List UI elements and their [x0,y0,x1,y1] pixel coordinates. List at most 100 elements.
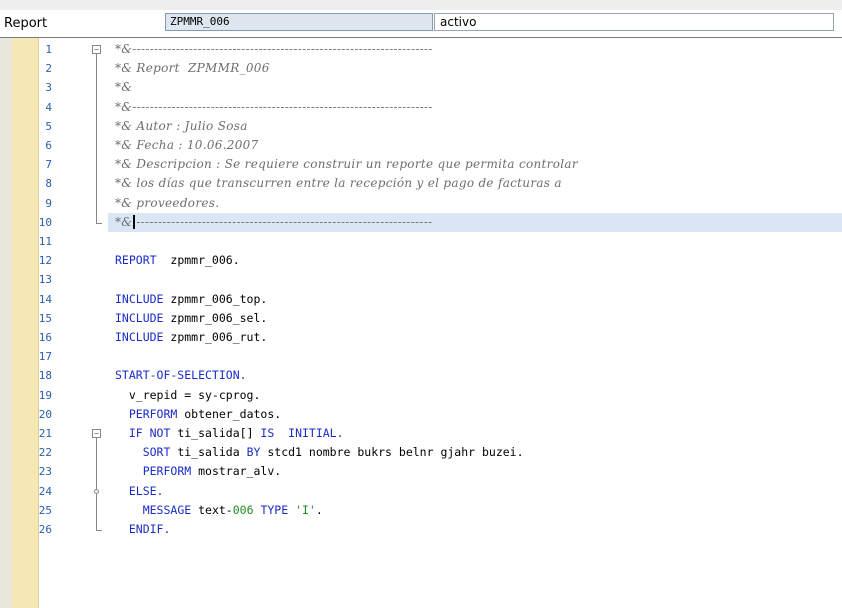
code-line[interactable]: *& proveedores. [115,194,842,213]
fold-guide-header [96,54,97,223]
code-line[interactable]: *& Fecha : 10.06.2007 [115,136,842,155]
line-number: 2 [45,62,52,76]
comment-text: *& proveedores. [115,195,220,210]
program-name-field[interactable]: ZPMMR_006 [165,13,433,31]
line-number: 7 [45,158,52,172]
program-header: Report ZPMMR_006 activo [0,10,842,36]
line-number: 11 [38,235,52,248]
code-line[interactable]: v_repid = sy-cprog. [115,386,842,405]
code-line[interactable] [115,347,842,366]
code-line[interactable]: *& Descripcion : Se requiere construir u… [115,155,842,174]
line-number: 25 [38,503,52,517]
line-number: 5 [45,119,52,133]
line-number: 17 [38,350,52,364]
code-line[interactable]: *& [115,78,842,97]
code-token: v_repid = sy-cprog. [115,387,261,402]
code-line[interactable]: INCLUDE zpmmr_006_top. [115,290,842,309]
literal-text: 006 [232,502,254,517]
line-number: 26 [38,523,52,536]
line-number: 10 [38,215,52,229]
comment-text: *& Fecha : 10.06.2007 [115,138,259,152]
abap-keyword: IS [260,426,275,440]
window-top-strip [0,0,842,10]
fold-end-marker [96,222,102,224]
code-line[interactable]: ENDIF. [115,520,842,539]
code-line[interactable]: PERFORM obtener_datos. [115,405,842,424]
code-token: obtener_datos. [177,406,282,421]
line-number: 20 [38,407,52,421]
code-line[interactable]: SORT ti_salida BY stcd1 nombre bukrs bel… [115,443,842,462]
abap-keyword: INITIAL. [288,426,344,440]
code-line[interactable] [115,270,842,289]
code-line[interactable]: INCLUDE zpmmr_006_sel. [115,309,842,328]
code-token: zpmmr_006_sel. [163,310,268,325]
line-number: 9 [45,196,52,210]
abap-keyword: MESSAGE [142,502,192,517]
code-token: ti_salida[] [170,426,261,440]
code-line[interactable]: ELSE. [115,482,842,501]
comment-text: *& [115,80,133,95]
code-line[interactable]: REPORT zpmmr_006. [115,251,842,270]
line-number: 23 [38,465,52,479]
abap-keyword: PERFORM [142,464,192,479]
report-label: Report [4,16,48,31]
code-line[interactable]: *& Report ZPMMR_006 [115,59,842,78]
line-number: 12 [38,254,52,268]
code-line[interactable]: *& Autor : Julio Sosa [115,117,842,136]
abap-keyword: IF NOT [128,426,171,440]
line-number: 21 [38,427,52,440]
abap-keyword: BY [246,445,261,460]
line-number: 4 [45,100,52,114]
fold-toggle-header-comment[interactable]: − [92,45,101,54]
abap-keyword: INCLUDE [115,330,164,344]
comment-text: *& los días que transcurren entre la rec… [115,176,562,191]
abap-keyword: TYPE [260,502,289,517]
line-number: 24 [38,484,52,498]
fold-toggle-if-block[interactable]: − [92,429,101,438]
comment-text: *&--------------------------------------… [115,42,433,56]
comment-text: *& Report ZPMMR_006 [115,61,270,76]
comment-text: *& Descripcion : Se requiere construir u… [115,157,578,172]
code-line[interactable]: START-OF-SELECTION. [115,366,842,385]
abap-keyword: ENDIF. [128,522,171,536]
fold-guide-if [96,438,97,530]
code-line[interactable]: *&--------------------------------------… [115,40,842,59]
abap-keyword: START-OF-SELECTION. [115,368,247,383]
line-number: 22 [38,446,52,460]
line-number: 16 [38,331,52,344]
code-token: zpmmr_006_rut. [163,330,268,344]
abap-keyword: ELSE. [128,483,164,498]
fold-end-marker [96,530,102,531]
program-status-field: activo [434,13,834,31]
code-line[interactable] [115,232,842,251]
abap-code-editor[interactable]: − −1 *&-----------------------------------… [0,37,842,608]
code-line[interactable]: *& los días que transcurren entre la rec… [115,174,842,193]
code-token: ti_salida [170,445,247,460]
code-line[interactable]: INCLUDE zpmmr_006_rut. [115,328,842,347]
code-line[interactable]: PERFORM mostrar_alv. [115,462,842,481]
comment-text: ----------------------------------------… [136,214,433,229]
line-number: 18 [38,369,52,383]
abap-keyword: REPORT [115,253,157,268]
code-line[interactable]: IF NOT ti_salida[] IS INITIAL. [115,424,842,443]
code-line[interactable]: MESSAGE text-006 TYPE 'I'. [115,501,842,520]
abap-keyword: PERFORM [128,406,178,421]
comment-text: *&--------------------------------------… [115,99,433,114]
literal-text: 'I' [295,502,316,517]
code-line[interactable]: *&--------------------------------------… [115,98,842,117]
code-line[interactable]: *&--------------------------------------… [115,213,842,232]
line-number: 19 [38,388,52,402]
line-number: 15 [38,311,52,325]
fold-branch-marker [94,488,99,494]
abap-keyword: INCLUDE [115,291,164,306]
comment-text: *& [115,214,133,229]
code-token: zpmmr_006. [156,253,240,268]
